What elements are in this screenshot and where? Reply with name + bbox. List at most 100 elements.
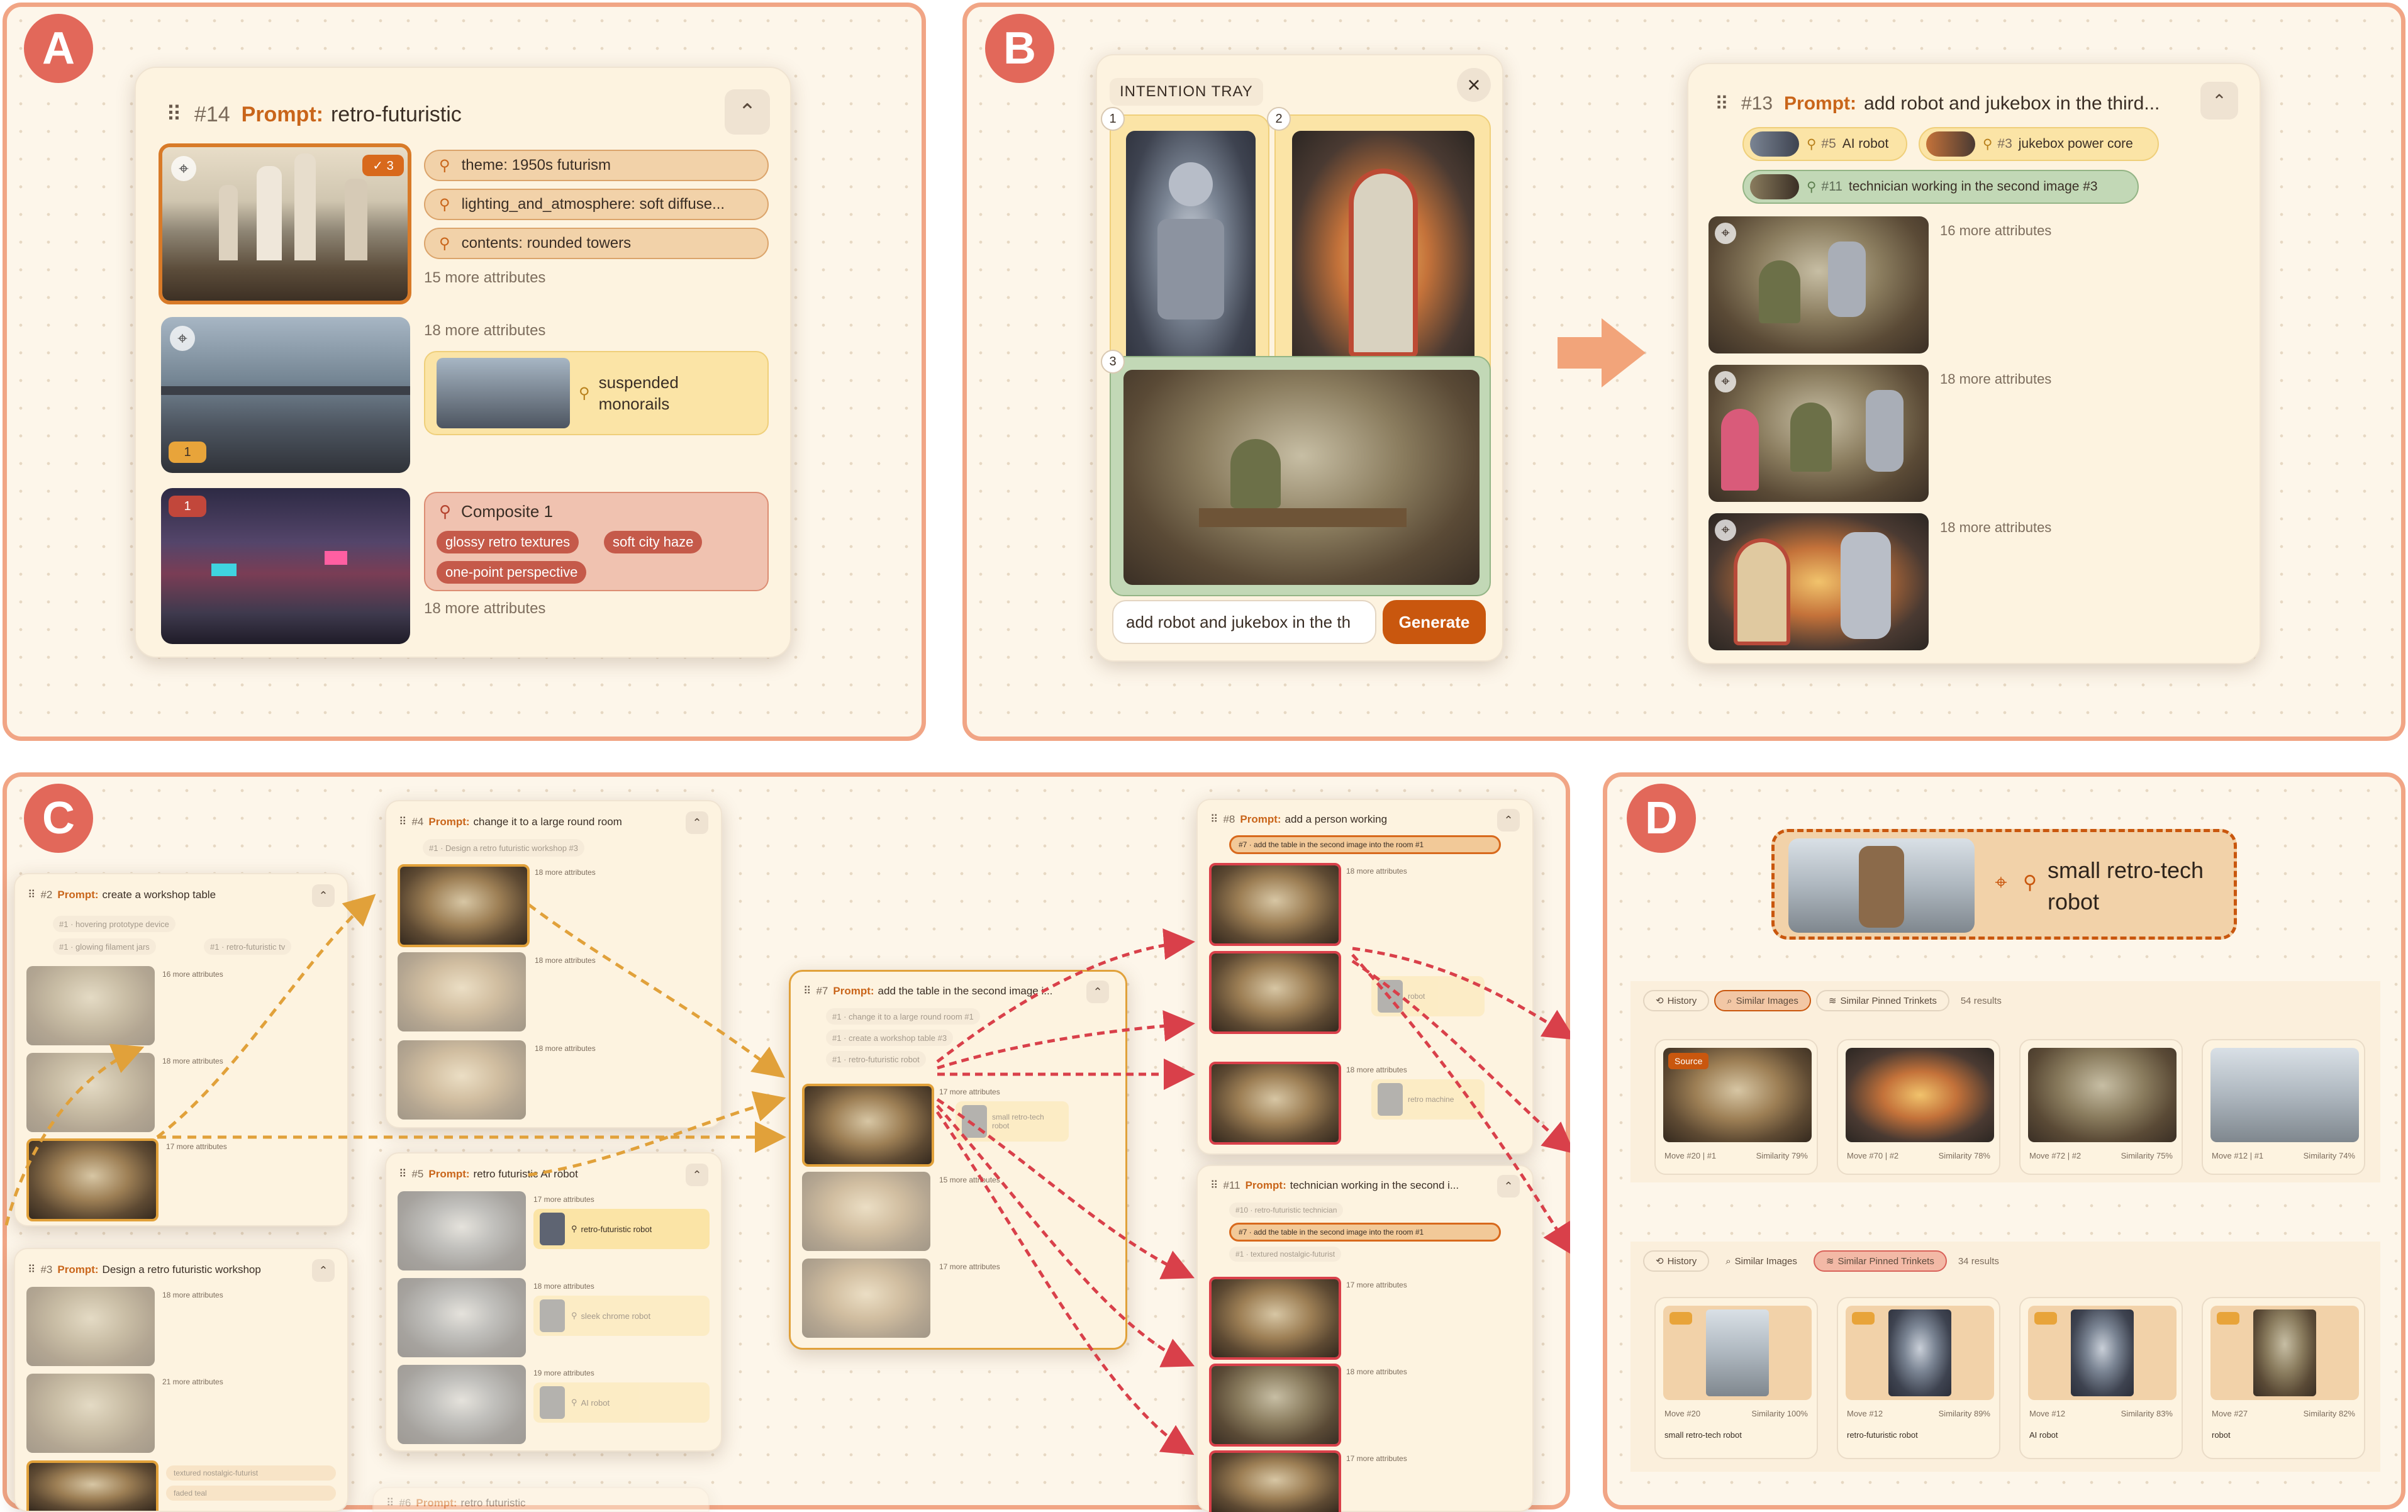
composite-tag[interactable]: glossy retro textures xyxy=(437,531,579,553)
pin-icon: ⚲ xyxy=(439,502,452,521)
pin-tag xyxy=(2034,1312,2057,1325)
subject-label: suspended monorails xyxy=(598,373,679,413)
composite-group[interactable]: ⚲ Composite 1 glossy retro textures soft … xyxy=(424,492,769,591)
generated-image-1[interactable]: ⌖ ✓ 3 xyxy=(159,143,411,304)
generated-image-2[interactable]: ⌖ 1 xyxy=(161,317,410,473)
node-card-14: ⠿ #14 Prompt: retro-futuristic ⌃ ⌖ ✓ 3 ⚲… xyxy=(135,67,791,658)
collapse-button[interactable]: ⌃ xyxy=(2200,82,2238,120)
selection-count-badge: ✓ 3 xyxy=(362,155,404,176)
tab-similar-images[interactable]: ⌕ Similar Images xyxy=(1714,1250,1809,1272)
pin-icon: ⚲ xyxy=(439,157,450,174)
person-shape xyxy=(1230,439,1281,508)
close-icon[interactable]: × xyxy=(1457,68,1491,102)
result-image xyxy=(2253,1309,2316,1396)
chip-thumbnail xyxy=(1750,174,1799,199)
move-ref: Move #27 xyxy=(2212,1409,2248,1418)
similarity-score: Similarity 83% xyxy=(2121,1409,2173,1418)
stack-icon: ≋ xyxy=(1826,1256,1834,1267)
drag-handle-icon[interactable]: ⠿ xyxy=(1715,93,1729,115)
trinket-card[interactable]: Move #12 Similarity 89% retro-futuristic… xyxy=(1837,1297,2000,1459)
pin-icon: ⚲ xyxy=(579,384,590,402)
pinned-subject-card[interactable]: ⚲ suspended monorails xyxy=(424,351,769,435)
generated-image-3[interactable]: ⌖ xyxy=(1708,513,1929,650)
similarity-score: Similarity 75% xyxy=(2121,1151,2173,1160)
result-card[interactable]: Source Move #20 | #1 Similarity 79% xyxy=(1654,1039,1818,1175)
results-count: 54 results xyxy=(1960,995,2002,1006)
result-tabs: ⟲ History ⌕ Similar Images ≋ Similar Pinned… xyxy=(1643,1250,1999,1272)
pin-icon[interactable]: ⚲ xyxy=(2017,870,2043,895)
crosshair-icon[interactable]: ⌖ xyxy=(1715,371,1736,392)
history-icon: ⟲ xyxy=(1656,1256,1664,1267)
tray-image-technician xyxy=(1123,370,1480,585)
panel-d-label: D xyxy=(1627,784,1696,853)
more-attributes-link[interactable]: 18 more attributes xyxy=(1940,371,2051,387)
tab-history[interactable]: ⟲ History xyxy=(1643,1250,1710,1272)
more-attributes-link[interactable]: 18 more attributes xyxy=(424,600,545,618)
generated-image-1[interactable]: ⌖ xyxy=(1708,216,1929,353)
history-icon: ⟲ xyxy=(1656,996,1664,1006)
trinket-label: small retro-tech robot xyxy=(1664,1430,1742,1440)
crosshair-icon[interactable]: ⌖ xyxy=(1715,520,1736,541)
tower-shape xyxy=(294,153,316,260)
pinned-attribute-pill[interactable]: ⚲ theme: 1950s futurism xyxy=(424,150,769,181)
more-attributes-link[interactable]: 18 more attributes xyxy=(1940,520,2051,536)
card-header: ⠿ #14 Prompt: retro-futuristic xyxy=(166,96,462,133)
result-card[interactable]: Move #70 | #2 Similarity 78% xyxy=(1837,1039,2000,1175)
crosshair-icon[interactable]: ⌖ xyxy=(1715,223,1736,244)
crosshair-icon[interactable]: ⌖ xyxy=(170,326,195,351)
generated-image-2[interactable]: ⌖ xyxy=(1708,365,1929,502)
reference-chip[interactable]: ⚲ #11 technician working in the second i… xyxy=(1742,170,2139,204)
trinket-image-frame xyxy=(2210,1306,2359,1400)
person-shape xyxy=(1759,260,1800,323)
generate-button[interactable]: Generate xyxy=(1383,600,1486,644)
source-badge: Source xyxy=(1668,1053,1709,1069)
crosshair-icon[interactable]: ⌖ xyxy=(1988,870,2014,895)
result-card[interactable]: Move #12 | #1 Similarity 74% xyxy=(2202,1039,2365,1175)
more-attributes-link[interactable]: 15 more attributes xyxy=(424,269,545,287)
tab-similar-pinned-trinkets[interactable]: ≋ Similar Pinned Trinkets xyxy=(1813,1250,1947,1272)
reference-chip[interactable]: ⚲ #3 jukebox power core xyxy=(1919,127,2159,161)
trinket-label: robot xyxy=(2212,1430,2231,1440)
result-image xyxy=(2071,1309,2134,1396)
tab-similar-pinned-trinkets[interactable]: ≋ Similar Pinned Trinkets xyxy=(1815,990,1949,1011)
composite-tag[interactable]: soft city haze xyxy=(604,531,703,553)
result-image xyxy=(1888,1309,1951,1396)
trinket-thumbnail xyxy=(1788,838,1975,933)
more-attributes-link[interactable]: 18 more attributes xyxy=(424,322,545,340)
tray-number: 3 xyxy=(1101,350,1125,374)
collapse-button[interactable]: ⌃ xyxy=(725,89,770,135)
tower-shape xyxy=(219,185,238,260)
move-ref: Move #20 | #1 xyxy=(1664,1151,1717,1160)
prompt-text: add robot and jukebox in the third... xyxy=(1864,93,2160,114)
pinned-attribute-pill[interactable]: ⚲ lighting_and_atmosphere: soft diffuse..… xyxy=(424,189,769,220)
tab-similar-images[interactable]: ⌕ Similar Images xyxy=(1714,990,1811,1011)
tray-item-3[interactable] xyxy=(1110,356,1491,596)
result-image xyxy=(1706,1309,1769,1396)
panel-b-label: B xyxy=(985,14,1054,83)
drag-handle-icon[interactable]: ⠿ xyxy=(166,102,182,127)
move-ref: Move #12 | #1 xyxy=(2212,1151,2264,1160)
generated-image-3[interactable]: 1 xyxy=(161,488,410,644)
reference-chip[interactable]: ⚲ #5 AI robot xyxy=(1742,127,1907,161)
more-attributes-link[interactable]: 16 more attributes xyxy=(1940,223,2051,239)
crosshair-icon[interactable]: ⌖ xyxy=(171,156,196,181)
pinned-trinket[interactable]: ⌖ ⚲ small retro-tech robot xyxy=(1771,829,2237,940)
move-ref: Move #20 xyxy=(1664,1409,1701,1418)
tray-number: 1 xyxy=(1101,107,1125,131)
trinket-card[interactable]: Move #27 Similarity 82% robot xyxy=(2202,1297,2365,1459)
neon-sign-shape xyxy=(211,564,237,576)
move-ref: Move #70 | #2 xyxy=(1847,1151,1899,1160)
search-icon: ⌕ xyxy=(1727,995,1732,1006)
desk-shape xyxy=(1199,508,1407,527)
trinket-card[interactable]: Move #20 Similarity 100% small retro-tec… xyxy=(1654,1297,1818,1459)
tab-history[interactable]: ⟲ History xyxy=(1643,990,1710,1011)
result-card[interactable]: Move #72 | #2 Similarity 75% xyxy=(2019,1039,2183,1175)
composite-tag[interactable]: one-point perspective xyxy=(437,561,587,584)
pinned-attribute-pill[interactable]: ⚲ contents: rounded towers xyxy=(424,228,769,259)
move-ref: Move #12 xyxy=(1847,1409,1883,1418)
prompt-keyword: Prompt: xyxy=(241,102,323,126)
similarity-score: Similarity 82% xyxy=(2303,1409,2355,1418)
prompt-input[interactable]: add robot and jukebox in the th xyxy=(1112,600,1376,644)
tower-shape xyxy=(345,179,367,260)
trinket-card[interactable]: Move #12 Similarity 83% AI robot xyxy=(2019,1297,2183,1459)
